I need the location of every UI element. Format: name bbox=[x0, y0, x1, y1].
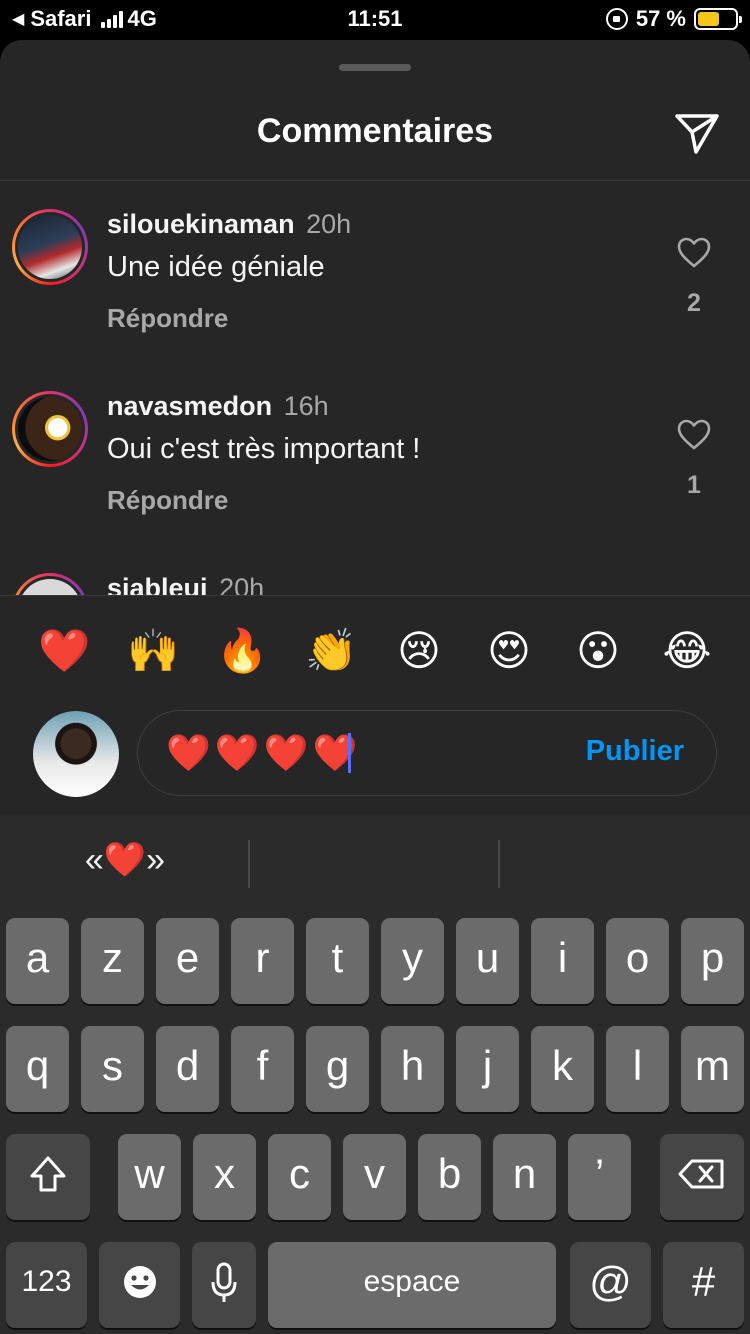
like-count: 2 bbox=[687, 289, 701, 317]
comment-username[interactable]: silouekinaman bbox=[107, 209, 295, 239]
emoji-crying-button[interactable]: 😢 bbox=[394, 626, 444, 676]
avatar-image bbox=[18, 579, 82, 595]
emoji-clap-button[interactable]: 👏 bbox=[305, 626, 357, 676]
key-o[interactable]: o bbox=[606, 918, 669, 1004]
prediction-divider bbox=[498, 840, 500, 888]
comment-time: 20h bbox=[306, 209, 352, 239]
shift-key[interactable] bbox=[6, 1134, 90, 1220]
keyboard: «❤️» a z e r t y u i o p q s d f g h j k… bbox=[0, 814, 750, 1334]
emoji-icon bbox=[123, 1266, 156, 1298]
space-key[interactable]: espace bbox=[268, 1242, 556, 1328]
comment-time: 16h bbox=[283, 391, 329, 421]
comment-list[interactable]: silouekinaman 20h Une idée géniale Répon… bbox=[0, 181, 750, 595]
my-avatar bbox=[33, 711, 119, 797]
emoji-heart-button[interactable]: ❤️ bbox=[38, 626, 90, 676]
key-h[interactable]: h bbox=[381, 1026, 444, 1112]
prediction-suggestion[interactable]: «❤️» bbox=[0, 840, 250, 880]
status-right: 57 % bbox=[605, 6, 742, 32]
key-y[interactable]: y bbox=[381, 918, 444, 1004]
key-u[interactable]: u bbox=[456, 918, 519, 1004]
comment-meta: siableui 20h bbox=[107, 573, 264, 595]
hash-key[interactable]: # bbox=[663, 1242, 744, 1328]
prediction-divider bbox=[248, 840, 250, 888]
battery-percent: 57 % bbox=[635, 6, 686, 31]
prediction-bar: «❤️» bbox=[0, 814, 750, 910]
reply-button[interactable]: Répondre bbox=[107, 303, 228, 334]
key-j[interactable]: j bbox=[456, 1026, 519, 1112]
key-w[interactable]: w bbox=[118, 1134, 181, 1220]
comment-item: navasmedon 16h Oui c'est très important … bbox=[0, 363, 750, 523]
comment-meta: navasmedon 16h bbox=[107, 391, 329, 422]
shift-icon bbox=[30, 1156, 66, 1192]
key-k[interactable]: k bbox=[531, 1026, 594, 1112]
avatar[interactable] bbox=[12, 573, 88, 595]
key-c[interactable]: c bbox=[268, 1134, 331, 1220]
page-title: Commentaires bbox=[256, 112, 494, 150]
dictation-key[interactable] bbox=[192, 1242, 256, 1328]
comment-item: siableui 20h bbox=[0, 545, 750, 595]
key-i[interactable]: i bbox=[531, 918, 594, 1004]
emoji-fire-button[interactable]: 🔥 bbox=[216, 626, 268, 676]
like-heart-icon[interactable] bbox=[677, 237, 711, 269]
key-z[interactable]: z bbox=[81, 918, 144, 1004]
key-d[interactable]: d bbox=[156, 1026, 219, 1112]
like-heart-icon[interactable] bbox=[677, 419, 711, 451]
key-v[interactable]: v bbox=[343, 1134, 406, 1220]
text-caret bbox=[348, 733, 351, 773]
key-b[interactable]: b bbox=[418, 1134, 481, 1220]
key-q[interactable]: q bbox=[6, 1026, 69, 1112]
emoji-laughing-button[interactable]: 😂 bbox=[662, 626, 712, 676]
share-icon[interactable] bbox=[674, 112, 720, 156]
key-s[interactable]: s bbox=[81, 1026, 144, 1112]
comment-username[interactable]: navasmedon bbox=[107, 391, 272, 421]
key-f[interactable]: f bbox=[231, 1026, 294, 1112]
comment-text: Une idée géniale bbox=[107, 251, 325, 283]
reply-button[interactable]: Répondre bbox=[107, 485, 228, 516]
avatar[interactable] bbox=[12, 209, 88, 285]
publish-button[interactable]: Publier bbox=[586, 735, 684, 768]
key-x[interactable]: x bbox=[193, 1134, 256, 1220]
delete-key[interactable] bbox=[660, 1134, 744, 1220]
comment-input[interactable]: ❤️❤️❤️❤️ Publier bbox=[137, 710, 717, 796]
at-key[interactable]: @ bbox=[570, 1242, 651, 1328]
comment-text: Oui c'est très important ! bbox=[107, 433, 421, 465]
numbers-key[interactable]: 123 bbox=[6, 1242, 87, 1328]
rotation-lock-icon bbox=[605, 8, 628, 30]
key-apostrophe[interactable]: ’ bbox=[568, 1134, 631, 1220]
key-g[interactable]: g bbox=[306, 1026, 369, 1112]
key-p[interactable]: p bbox=[681, 918, 744, 1004]
avatar-image bbox=[18, 215, 82, 279]
key-l[interactable]: l bbox=[606, 1026, 669, 1112]
comment-username[interactable]: siableui bbox=[107, 573, 208, 595]
comment-meta: silouekinaman 20h bbox=[107, 209, 351, 240]
comment-item: silouekinaman 20h Une idée géniale Répon… bbox=[0, 181, 750, 341]
key-m[interactable]: m bbox=[681, 1026, 744, 1112]
key-a[interactable]: a bbox=[6, 918, 69, 1004]
avatar[interactable] bbox=[12, 391, 88, 467]
quick-emoji-bar: ❤️ 🙌 🔥 👏 😢 😍 😮 😂 bbox=[0, 595, 750, 707]
comment-input-value[interactable]: ❤️❤️❤️❤️ bbox=[166, 731, 361, 775]
key-e[interactable]: e bbox=[156, 918, 219, 1004]
emoji-surprised-button[interactable]: 😮 bbox=[573, 626, 623, 676]
emoji-heart-eyes-button[interactable]: 😍 bbox=[484, 626, 534, 676]
comment-time: 20h bbox=[219, 573, 265, 595]
avatar-image bbox=[18, 397, 82, 461]
sheet-grabber[interactable] bbox=[339, 64, 411, 71]
key-n[interactable]: n bbox=[493, 1134, 556, 1220]
status-bar: ◀ Safari 4G 11:51 57 % bbox=[0, 0, 750, 40]
comments-sheet: Commentaires silouekinaman 20h Une idée … bbox=[0, 40, 750, 814]
like-count: 1 bbox=[687, 471, 701, 499]
key-r[interactable]: r bbox=[231, 918, 294, 1004]
emoji-key[interactable] bbox=[99, 1242, 180, 1328]
emoji-raised-hands-button[interactable]: 🙌 bbox=[127, 626, 179, 676]
backspace-icon bbox=[678, 1159, 724, 1189]
key-t[interactable]: t bbox=[306, 918, 369, 1004]
microphone-icon bbox=[211, 1262, 237, 1302]
battery-icon bbox=[694, 8, 742, 30]
comment-composer: ❤️❤️❤️❤️ Publier bbox=[0, 707, 750, 814]
